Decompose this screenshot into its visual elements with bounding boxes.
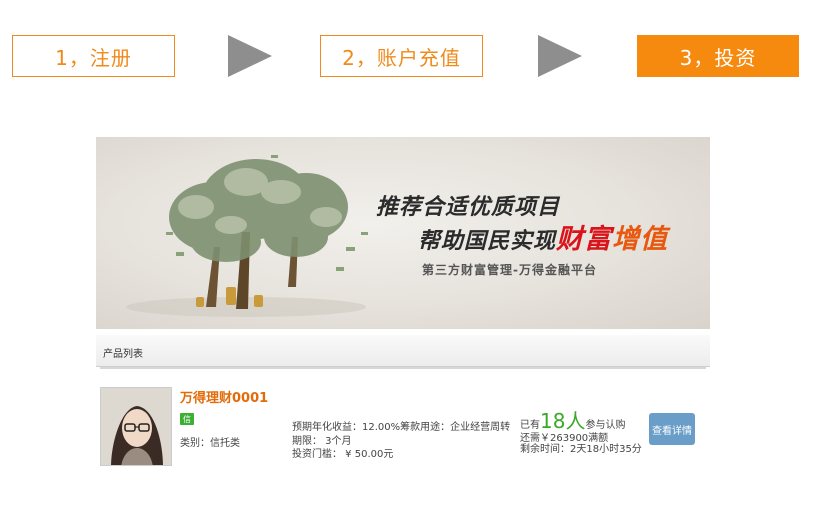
step-recharge[interactable]: 2，账户充值 (320, 35, 483, 77)
product-category: 类别：信托类 (180, 438, 240, 449)
arrow-right-icon (228, 35, 272, 77)
product-yield: 预期年化收益：12.00%筹款用途：企业经营周转 (292, 422, 511, 433)
promo-banner[interactable]: 推荐合适优质项目 帮助国民实现财富增值 第三方财富管理-万得金融平台 (96, 137, 710, 329)
arrow-right-icon (538, 35, 582, 77)
banner-slogan-wealth: 财富 (556, 224, 613, 255)
avatar[interactable] (100, 387, 172, 466)
step-register[interactable]: 1，注册 (12, 35, 175, 77)
product-panel: 推荐合适优质项目 帮助国民实现财富增值 第三方财富管理-万得金融平台 产品列表 … (96, 137, 710, 477)
product-list-header: 产品列表 (96, 335, 710, 367)
step-register-label: 1，注册 (55, 45, 132, 70)
banner-slogan-line2: 帮助国民实现财富增值 (418, 217, 668, 256)
time-left: 剩余时间：2天18小时35分 (520, 444, 642, 455)
view-details-button[interactable]: 查看详情 (649, 413, 695, 445)
product-min-investment: 投资门槛： ¥ 50.00元 (292, 449, 394, 460)
step-invest[interactable]: 3，投资 (637, 35, 799, 77)
banner-subtitle: 第三方财富管理-万得金融平台 (422, 263, 597, 277)
step-invest-label: 3，投资 (679, 45, 757, 70)
trust-badge: 信 (180, 413, 194, 425)
banner-slogan-prefix: 帮助国民实现 (418, 228, 557, 254)
product-title[interactable]: 万得理财0001 (180, 387, 268, 406)
product-list-title: 产品列表 (103, 349, 143, 360)
banner-slogan-growth: 增值 (612, 224, 669, 255)
divider (100, 367, 706, 369)
step-recharge-label: 2，账户充值 (342, 45, 461, 70)
